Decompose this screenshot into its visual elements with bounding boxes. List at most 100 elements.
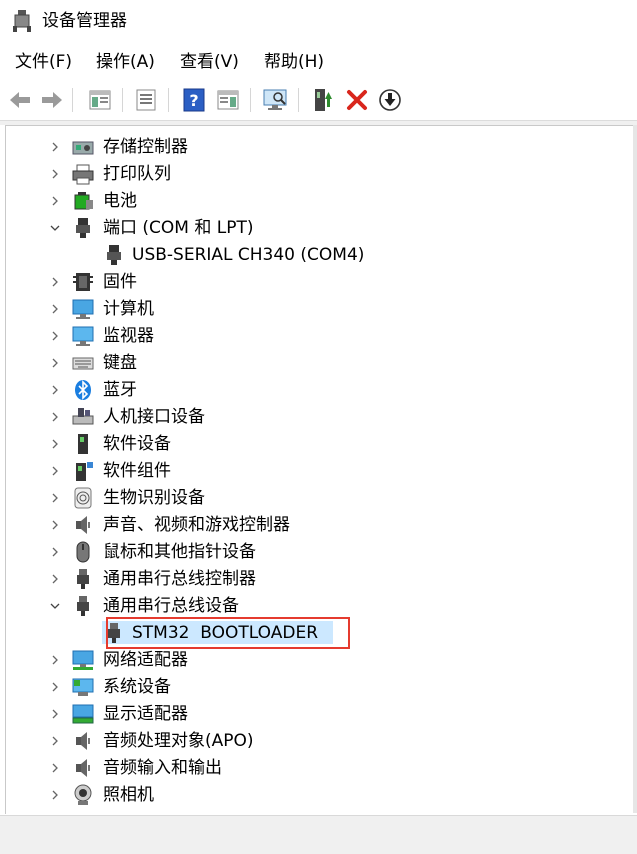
uninstall-button[interactable] [343, 86, 371, 114]
firmware-chip-icon [73, 273, 93, 291]
tree-category[interactable]: 端口 (COM 和 LPT) [6, 215, 626, 241]
tree-category[interactable]: 软件设备 [6, 431, 626, 457]
tree-category[interactable]: 音频处理对象(APO) [6, 728, 626, 754]
action-pane-icon [217, 90, 239, 110]
disable-device-icon [379, 89, 401, 111]
scan-hardware-icon [263, 89, 287, 110]
chevron-right-icon[interactable] [50, 142, 60, 152]
tree-category-label: 显示适配器 [103, 704, 188, 724]
help-button[interactable]: ? [180, 86, 208, 114]
chevron-down-icon[interactable] [50, 223, 60, 233]
tree-category-label: 通用串行总线设备 [103, 596, 239, 616]
chevron-right-icon[interactable] [50, 655, 60, 665]
chevron-right-icon[interactable] [50, 358, 60, 368]
chevron-right-icon[interactable] [50, 790, 60, 800]
tree-category[interactable]: 电池 [6, 188, 626, 214]
tree-category[interactable]: 鼠标和其他指针设备 [6, 539, 626, 565]
speaker-icon [76, 759, 90, 777]
chevron-right-icon[interactable] [50, 196, 60, 206]
tree-device-selected[interactable]: STM32 BOOTLOADER [6, 620, 626, 646]
action-pane-button[interactable] [214, 86, 242, 114]
usb-connector-icon [77, 569, 89, 589]
chevron-right-icon[interactable] [50, 385, 60, 395]
properties-icon [136, 89, 156, 111]
tree-category-label: 系统设备 [103, 677, 171, 697]
tree-category[interactable]: 蓝牙 [6, 377, 626, 403]
tree-category[interactable]: 声音、视频和游戏控制器 [6, 512, 626, 538]
tree-category[interactable]: 人机接口设备 [6, 404, 626, 430]
hid-icon [72, 408, 94, 425]
show-hide-tree-icon [89, 90, 111, 110]
chevron-right-icon[interactable] [50, 169, 60, 179]
usb-connector-icon [108, 623, 120, 643]
tree-device-label: STM32 BOOTLOADER [132, 623, 319, 643]
back-arrow-icon [10, 92, 30, 108]
scan-hardware-button[interactable] [262, 86, 290, 114]
chevron-down-icon[interactable] [50, 601, 60, 611]
tree-category-label: 软件设备 [103, 434, 171, 454]
menu-file[interactable]: 文件(F) [12, 51, 75, 73]
chevron-right-icon[interactable] [50, 574, 60, 584]
computer-monitor-icon [72, 299, 94, 319]
tree-category-label: 打印队列 [103, 164, 171, 184]
tree-category-label: 蓝牙 [103, 380, 137, 400]
tree-category[interactable]: 照相机 [6, 782, 626, 808]
disable-device-button[interactable] [376, 86, 404, 114]
storage-controller-icon [72, 141, 94, 155]
menu-view[interactable]: 查看(V) [177, 51, 242, 73]
tree-category[interactable]: 监视器 [6, 323, 626, 349]
chevron-right-icon[interactable] [50, 277, 60, 287]
fingerprint-icon [74, 487, 92, 509]
tree-category-label: 键盘 [103, 353, 137, 373]
tree-device[interactable]: USB-SERIAL CH340 (COM4) [6, 242, 626, 268]
chevron-right-icon[interactable] [50, 466, 60, 476]
tree-category[interactable]: 音频输入和输出 [6, 755, 626, 781]
chevron-right-icon[interactable] [50, 682, 60, 692]
properties-button[interactable] [132, 86, 160, 114]
title-bar: 设备管理器 [0, 0, 637, 44]
chevron-right-icon[interactable] [50, 439, 60, 449]
tree-category[interactable]: 网络适配器 [6, 647, 626, 673]
forward-arrow-icon [42, 92, 62, 108]
chevron-right-icon[interactable] [50, 331, 60, 341]
monitor-icon [72, 326, 94, 346]
chevron-right-icon[interactable] [50, 736, 60, 746]
tree-category[interactable]: 生物识别设备 [6, 485, 626, 511]
chevron-right-icon[interactable] [50, 493, 60, 503]
tree-category-label: 软件组件 [103, 461, 171, 481]
device-tree[interactable]: 存储控制器打印队列电池 端口 (COM 和 LPT) USB-SERIAL CH34… [5, 125, 634, 814]
chevron-right-icon[interactable] [50, 304, 60, 314]
update-driver-icon [315, 89, 332, 111]
chevron-right-icon[interactable] [50, 520, 60, 530]
tree-device-label: USB-SERIAL CH340 (COM4) [132, 245, 365, 265]
show-hide-tree-button[interactable] [86, 86, 114, 114]
tree-category[interactable]: 打印队列 [6, 161, 626, 187]
software-device-icon [78, 434, 88, 454]
tree-category[interactable]: 计算机 [6, 296, 626, 322]
chevron-right-icon[interactable] [50, 412, 60, 422]
back-button[interactable] [6, 86, 34, 114]
chevron-right-icon[interactable] [50, 709, 60, 719]
port-connector-icon [107, 245, 121, 265]
vertical-scrollbar-edge[interactable] [633, 125, 637, 813]
tree-category[interactable]: 显示适配器 [6, 701, 626, 727]
update-driver-button[interactable] [309, 86, 337, 114]
tree-category[interactable]: 通用串行总线控制器 [6, 566, 626, 592]
tree-category[interactable]: 存储控制器 [6, 134, 626, 160]
menu-bar: 文件(F) 操作(A) 查看(V) 帮助(H) [0, 44, 637, 81]
menu-help[interactable]: 帮助(H) [261, 51, 327, 73]
device-manager-icon [13, 10, 31, 32]
tree-category[interactable]: 固件 [6, 269, 626, 295]
menu-action[interactable]: 操作(A) [93, 51, 158, 73]
chevron-right-icon[interactable] [50, 547, 60, 557]
tree-category[interactable]: 键盘 [6, 350, 626, 376]
tree-category[interactable]: 通用串行总线设备 [6, 593, 626, 619]
display-adapter-icon [72, 704, 94, 724]
tree-category[interactable]: 系统设备 [6, 674, 626, 700]
tree-category[interactable]: 软件组件 [6, 458, 626, 484]
help-icon: ? [183, 88, 205, 112]
chevron-right-icon[interactable] [50, 763, 60, 773]
forward-button[interactable] [38, 86, 66, 114]
network-adapter-icon [72, 650, 94, 670]
window-title: 设备管理器 [42, 11, 127, 31]
